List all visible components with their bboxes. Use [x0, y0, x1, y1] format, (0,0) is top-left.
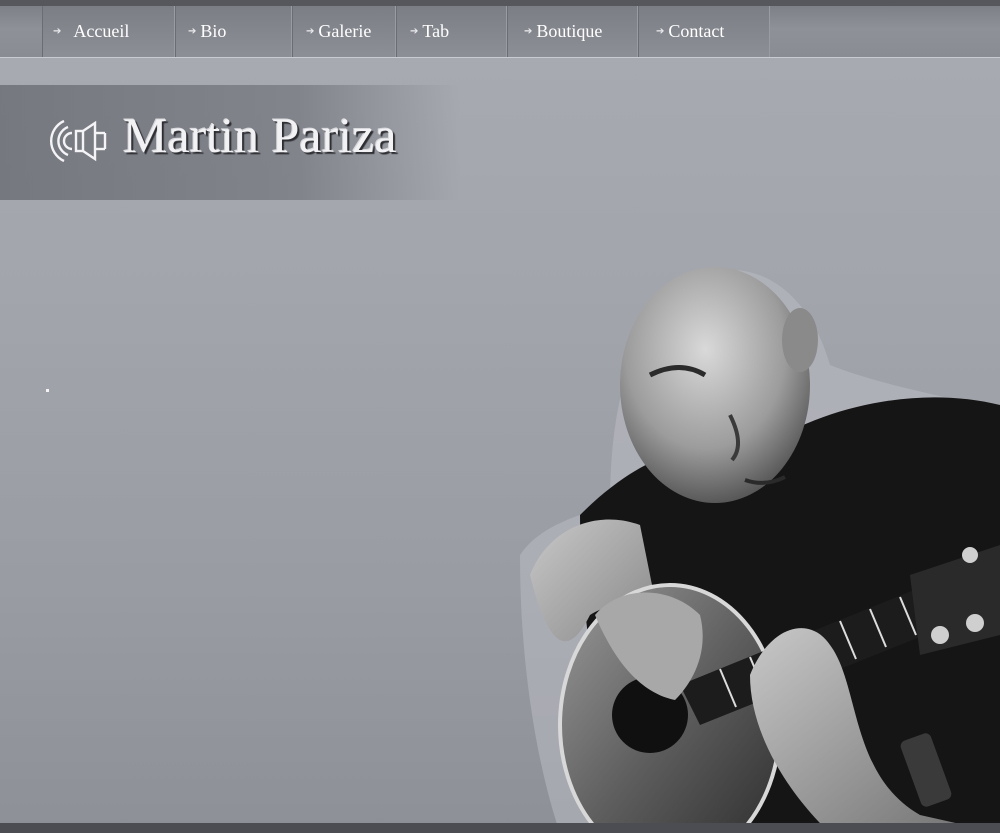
nav-item-contact[interactable]: ➔ Contact: [638, 6, 770, 57]
guitarist-photo: [520, 267, 1000, 833]
arrow-right-icon: ➔: [53, 26, 62, 37]
nav-item-galerie[interactable]: ➔ Galerie: [292, 6, 396, 57]
arrow-right-icon: ➔: [306, 26, 315, 37]
arrow-right-icon: ➔: [524, 26, 533, 37]
nav-item-label: Contact: [668, 21, 725, 41]
site-title[interactable]: Martin Pariza: [123, 106, 397, 164]
footer-bar: [0, 823, 1000, 833]
nav-item-accueil[interactable]: ➔ Accueil: [42, 6, 175, 57]
arrow-right-icon: ➔: [188, 26, 197, 37]
nav-item-boutique[interactable]: ➔ Boutique: [507, 6, 638, 57]
speaker-sound-icon[interactable]: [42, 115, 108, 167]
arrow-right-icon: ➔: [410, 26, 419, 37]
main-navigation: ➔ Accueil ➔ Bio ➔ Galerie ➔ Tab ➔ Boutiq…: [0, 6, 1000, 58]
nav-item-label: Tab: [422, 21, 450, 41]
decorative-dot: [46, 389, 49, 392]
arrow-right-icon: ➔: [656, 26, 665, 37]
nav-item-bio[interactable]: ➔ Bio: [175, 6, 292, 57]
nav-item-label: Accueil: [73, 21, 130, 41]
nav-item-label: Galerie: [318, 21, 372, 41]
nav-item-label: Boutique: [536, 21, 603, 41]
nav-item-label: Bio: [200, 21, 227, 41]
nav-item-tab[interactable]: ➔ Tab: [396, 6, 507, 57]
